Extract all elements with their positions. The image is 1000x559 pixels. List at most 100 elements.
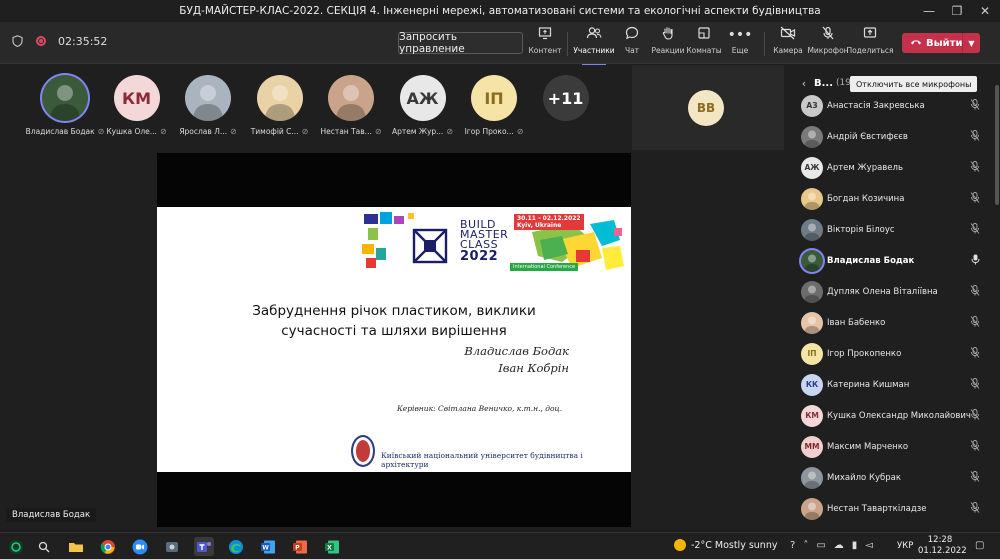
- mic-off-icon: ⊘: [229, 127, 237, 136]
- search-icon[interactable]: [34, 537, 54, 556]
- participant-name: Нестан Тав...: [320, 127, 372, 136]
- mic-off-icon[interactable]: [970, 377, 980, 392]
- mic-off-icon[interactable]: [970, 160, 980, 175]
- meeting-timer: 02:35:52: [58, 34, 108, 48]
- taskbar-clock[interactable]: 12:28 01.12.2022: [918, 535, 967, 557]
- avatar: [801, 125, 823, 148]
- avatar: [801, 249, 823, 272]
- chat-button[interactable]: Чат: [612, 26, 652, 62]
- participant-tile[interactable]: Нестан Тав... ⊘: [316, 65, 386, 150]
- participant-name: Владислав Бодак: [827, 255, 915, 266]
- leave-button[interactable]: Выйти ▼: [902, 33, 980, 53]
- participant-row[interactable]: Нестан Таварткіладзе: [794, 493, 994, 524]
- mic-off-icon[interactable]: [970, 222, 980, 237]
- avatar: КМ: [113, 75, 160, 121]
- slide-author-1: Владислав Бодак: [464, 344, 569, 358]
- panel-title: В...: [814, 77, 834, 89]
- participant-tile[interactable]: ІП Ігор Проко... ⊘: [459, 65, 529, 150]
- mic-off-icon[interactable]: [970, 346, 980, 361]
- participant-name: Богдан Козичина: [827, 193, 905, 204]
- battery-icon[interactable]: ▮: [852, 540, 858, 551]
- participants-button[interactable]: Участники: [573, 26, 615, 66]
- weather-widget[interactable]: -2°C Mostly sunny: [674, 539, 777, 551]
- request-control-button[interactable]: Запросить управление: [398, 31, 523, 55]
- slide-supervisor: Керівник: Світлана Веничко, к.т.н., доц.: [397, 404, 563, 413]
- back-arrow-icon[interactable]: ‹: [794, 77, 814, 90]
- participant-row[interactable]: ІП Ігор Прокопенко: [794, 338, 994, 369]
- phone-hangup-icon: [910, 38, 922, 49]
- participant-row[interactable]: Іван Бабенко: [794, 307, 994, 338]
- mic-off-icon[interactable]: [970, 439, 980, 454]
- participant-row[interactable]: АЖ Артем Журавель: [794, 152, 994, 183]
- app-icon[interactable]: [162, 537, 182, 556]
- edge-icon[interactable]: [226, 537, 246, 556]
- shield-icon[interactable]: [10, 34, 24, 48]
- participant-row[interactable]: Богдан Козичина: [794, 183, 994, 214]
- university-seal-icon: [351, 435, 375, 467]
- more-participants-tile[interactable]: +11: [531, 65, 601, 150]
- title-bar: БУД-МАЙСТЕР-КЛАС-2022. СЕКЦІЯ 4. Інженер…: [0, 0, 1000, 22]
- participant-row[interactable]: ММ Максим Марченко: [794, 431, 994, 462]
- reactions-button[interactable]: Реакции: [648, 26, 688, 62]
- content-button[interactable]: Контент: [525, 26, 565, 62]
- mic-off-icon[interactable]: [970, 98, 980, 113]
- share-button[interactable]: Поделиться: [846, 26, 894, 62]
- participant-name: Артем Жур...: [391, 127, 444, 136]
- more-button[interactable]: ••• Еще: [720, 26, 760, 62]
- chevron-down-icon[interactable]: ▼: [962, 33, 980, 53]
- participant-row[interactable]: КМ Кушка Олександр Миколайович: [794, 400, 994, 431]
- mic-off-icon[interactable]: [970, 470, 980, 485]
- mic-off-icon[interactable]: [970, 191, 980, 206]
- close-icon[interactable]: ✕: [970, 0, 1000, 22]
- participant-name: Іван Бабенко: [827, 317, 886, 328]
- mic-off-icon: [821, 26, 835, 44]
- help-icon[interactable]: ?: [790, 540, 795, 551]
- excel-icon[interactable]: X: [322, 537, 342, 556]
- participant-row[interactable]: Владислав Бодак: [794, 245, 994, 276]
- network-icon[interactable]: ▭: [816, 540, 825, 551]
- participant-tile[interactable]: КМ Кушка Оле... ⊘: [102, 65, 172, 150]
- cloud-icon[interactable]: ☁: [834, 540, 844, 551]
- chrome-icon[interactable]: [98, 537, 118, 556]
- svg-text:P: P: [295, 544, 300, 551]
- participant-name: Катерина Кишман: [827, 379, 910, 390]
- participant-row[interactable]: Вікторія Білоус: [794, 214, 994, 245]
- file-explorer-icon[interactable]: [66, 537, 86, 556]
- rooms-button[interactable]: Комнаты: [684, 26, 724, 62]
- powerpoint-icon[interactable]: P: [290, 537, 310, 556]
- svg-text:X: X: [327, 544, 332, 551]
- participant-tile[interactable]: Тимофій С... ⊘: [245, 65, 315, 150]
- word-icon[interactable]: W: [258, 537, 278, 556]
- mic-off-icon[interactable]: [970, 129, 980, 144]
- mic-icon[interactable]: [971, 254, 980, 268]
- mic-off-icon[interactable]: [970, 284, 980, 299]
- participant-row[interactable]: Андрій Євстифєєв: [794, 121, 994, 152]
- participant-row[interactable]: АЗ Анастасія Закревська: [794, 90, 994, 121]
- start-icon[interactable]: [6, 537, 26, 556]
- chevron-up-icon[interactable]: ˄: [803, 540, 808, 551]
- participant-tile[interactable]: Ярослав Л... ⊘: [173, 65, 243, 150]
- participant-row[interactable]: Михайло Кубрак: [794, 462, 994, 493]
- meeting-toolbar: 02:35:52 Запросить управление Контент Уч…: [0, 22, 1000, 66]
- camera-button[interactable]: Камера: [768, 26, 808, 62]
- mic-off-icon[interactable]: [970, 501, 980, 516]
- participant-name: Михайло Кубрак: [827, 472, 902, 483]
- volume-icon[interactable]: ◅: [865, 540, 873, 551]
- video-tile-bb[interactable]: ВВ: [632, 65, 784, 150]
- svg-text:W: W: [262, 544, 269, 551]
- scrollbar[interactable]: [994, 65, 1000, 532]
- minimize-icon[interactable]: —: [914, 0, 944, 22]
- participant-row[interactable]: КК Катерина Кишман: [794, 369, 994, 400]
- participant-row[interactable]: Дупляк Олена Віталіївна: [794, 276, 994, 307]
- avatar: [801, 466, 823, 489]
- mic-off-icon[interactable]: [970, 408, 980, 423]
- language-indicator[interactable]: УКР: [897, 541, 913, 551]
- mic-button[interactable]: Микрофон: [807, 26, 849, 62]
- maximize-icon[interactable]: ❐: [942, 0, 972, 22]
- mic-off-icon[interactable]: [970, 315, 980, 330]
- teams-icon[interactable]: [194, 537, 214, 556]
- participant-tile[interactable]: АЖ Артем Жур... ⊘: [388, 65, 458, 150]
- notification-icon[interactable]: ▢: [975, 540, 984, 551]
- zoom-icon[interactable]: [130, 537, 150, 556]
- participant-tile[interactable]: Владислав Бодак ⊘: [26, 65, 104, 150]
